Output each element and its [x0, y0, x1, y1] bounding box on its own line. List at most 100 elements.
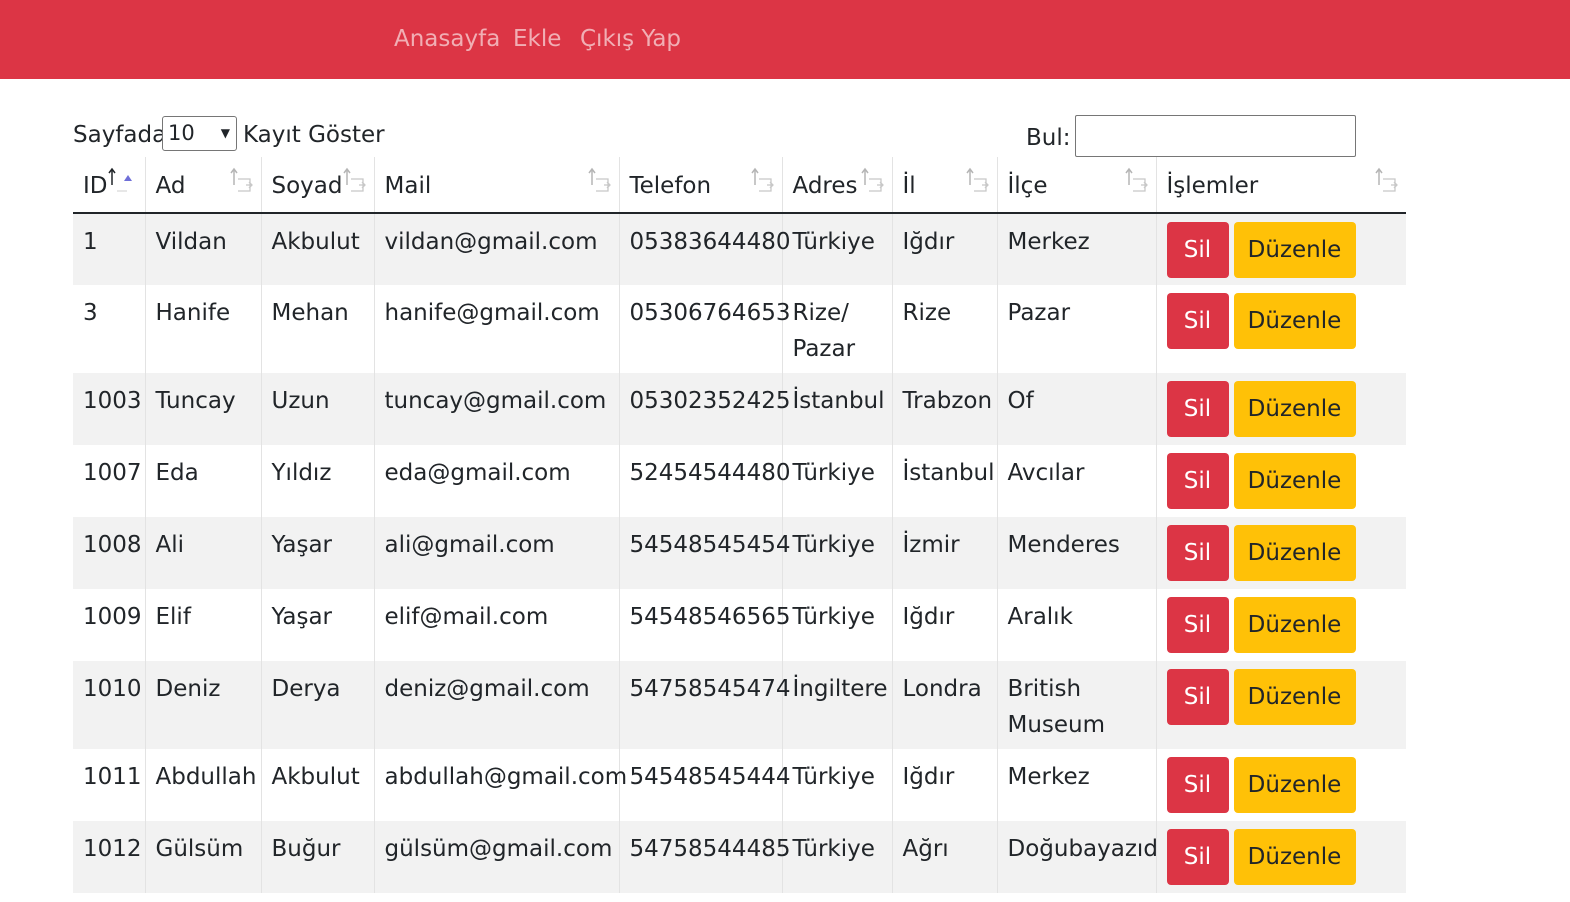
cell-adres: Türkiye	[781, 445, 892, 517]
cell-ilce: Avcılar	[996, 445, 1156, 517]
cell-mail: hanife@gmail.com	[373, 285, 619, 373]
edit-button[interactable]: Düzenle	[1233, 293, 1356, 349]
cell-telefon: 54548546565	[618, 589, 790, 661]
page-length-select[interactable]: 10 ▼	[162, 116, 237, 151]
cell-ilce: Menderes	[996, 517, 1156, 589]
delete-button[interactable]: Sil	[1166, 381, 1229, 437]
cell-soyad: Buğur	[260, 821, 374, 893]
column-header-mail[interactable]: Mail	[373, 157, 619, 214]
delete-button[interactable]: Sil	[1166, 669, 1229, 725]
cell-ad: Deniz	[144, 661, 261, 749]
search-input[interactable]	[1075, 115, 1356, 157]
cell-telefon: 54758544485	[618, 821, 790, 893]
edit-button[interactable]: Düzenle	[1233, 669, 1356, 725]
cell-il: Iğdır	[891, 749, 997, 821]
delete-button[interactable]: Sil	[1166, 293, 1229, 349]
cell-il: Ağrı	[891, 821, 997, 893]
column-header-iilce[interactable]: İlçe	[996, 157, 1156, 214]
nav-link-add[interactable]: Ekle	[513, 24, 561, 54]
cell-telefon: 05383644480	[618, 213, 790, 285]
cell-il: Iğdır	[891, 213, 997, 285]
cell-mail: gülsüm@gmail.com	[373, 821, 619, 893]
cell-soyad: Mehan	[260, 285, 374, 373]
cell-ilce: Merkez	[996, 213, 1156, 285]
cell-actions: Sil Düzenle	[1155, 373, 1406, 445]
navbar: Anasayfa Ekle Çıkış Yap	[0, 0, 1570, 79]
sort-icon	[1375, 167, 1398, 192]
column-header-label: ID	[83, 172, 108, 199]
column-header-telefon[interactable]: Telefon	[618, 157, 782, 214]
cell-actions: Sil Düzenle	[1155, 285, 1406, 373]
cell-ad: Tuncay	[144, 373, 261, 445]
nav-link-home[interactable]: Anasayfa	[394, 24, 500, 54]
table-row: 1007 Eda Yıldız eda@gmail.com 52454544480 Tür…	[73, 445, 1406, 517]
edit-button[interactable]: Düzenle	[1233, 829, 1356, 885]
cell-mail: ali@gmail.com	[373, 517, 619, 589]
delete-button[interactable]: Sil	[1166, 222, 1229, 278]
cell-telefon: 52454544480	[618, 445, 790, 517]
column-header-label: Ad	[155, 172, 186, 199]
cell-id: 1008	[73, 517, 145, 589]
delete-button[interactable]: Sil	[1166, 525, 1229, 581]
cell-ad: Hanife	[144, 285, 261, 373]
cell-il: İzmir	[891, 517, 997, 589]
cell-mail: tuncay@gmail.com	[373, 373, 619, 445]
cell-id: 1011	[73, 749, 145, 821]
edit-button[interactable]: Düzenle	[1233, 757, 1356, 813]
column-header-ad[interactable]: Ad	[144, 157, 261, 214]
column-header-label: İl	[902, 172, 916, 199]
sort-icon	[587, 167, 611, 192]
edit-button[interactable]: Düzenle	[1233, 525, 1356, 581]
length-prefix-label: Sayfada	[73, 122, 167, 148]
cell-soyad: Uzun	[260, 373, 374, 445]
cell-adres: İngiltere	[781, 661, 892, 749]
cell-id: 1012	[73, 821, 145, 893]
sort-icon	[1124, 167, 1148, 192]
cell-telefon: 05306764653	[618, 285, 790, 373]
cell-actions: Sil Düzenle	[1155, 445, 1406, 517]
delete-button[interactable]: Sil	[1166, 597, 1229, 653]
edit-button[interactable]: Düzenle	[1233, 381, 1356, 437]
delete-button[interactable]: Sil	[1166, 829, 1229, 885]
cell-id: 3	[73, 285, 145, 373]
delete-button[interactable]: Sil	[1166, 757, 1229, 813]
column-header-iil[interactable]: İl	[891, 157, 997, 214]
cell-ad: Vildan	[144, 213, 261, 285]
sort-icon	[860, 167, 884, 192]
column-header-adres[interactable]: Adres	[781, 157, 892, 214]
cell-ilce: Pazar	[996, 285, 1156, 373]
cell-mail: abdullah@gmail.com	[373, 749, 627, 821]
cell-actions: Sil Düzenle	[1155, 821, 1406, 893]
delete-button[interactable]: Sil	[1166, 453, 1229, 509]
cell-il: Londra	[891, 661, 997, 749]
cell-telefon: 54548545444	[618, 749, 790, 821]
cell-adres: Türkiye	[781, 517, 892, 589]
cell-id: 1009	[73, 589, 145, 661]
edit-button[interactable]: Düzenle	[1233, 597, 1356, 653]
cell-ad: Abdullah	[144, 749, 261, 821]
cell-telefon: 05302352425	[618, 373, 790, 445]
column-header-label: İşlemler	[1166, 172, 1259, 199]
column-header-id[interactable]: ID	[73, 157, 145, 214]
cell-ad: Eda	[144, 445, 261, 517]
cell-mail: deniz@gmail.com	[373, 661, 619, 749]
column-header-label: Adres	[792, 172, 858, 199]
chevron-down-icon: ▼	[220, 126, 230, 140]
column-header-label: Soyad	[271, 172, 343, 199]
table-body: 1 Vildan Akbulut vildan@gmail.com 0538364448…	[73, 213, 1406, 893]
table-header-row: ID Ad Soyad Mail Telefon Adres İl İlçe İşlemler	[73, 157, 1406, 214]
column-header-iislemler[interactable]: İşlemler	[1155, 157, 1406, 214]
column-header-soyad[interactable]: Soyad	[260, 157, 374, 214]
cell-il: Rize	[891, 285, 997, 373]
cell-adres: Rize/ Pazar	[781, 285, 892, 373]
cell-id: 1003	[73, 373, 145, 445]
cell-actions: Sil Düzenle	[1155, 589, 1406, 661]
nav-link-logout[interactable]: Çıkış Yap	[580, 24, 681, 54]
table-row: 1011 Abdullah Akbulut abdullah@gmail.com 545…	[73, 749, 1406, 821]
cell-id: 1010	[73, 661, 145, 749]
sort-ascending-icon	[108, 167, 132, 192]
cell-soyad: Yaşar	[260, 517, 374, 589]
edit-button[interactable]: Düzenle	[1233, 222, 1356, 278]
cell-id: 1	[73, 213, 145, 285]
edit-button[interactable]: Düzenle	[1233, 453, 1356, 509]
